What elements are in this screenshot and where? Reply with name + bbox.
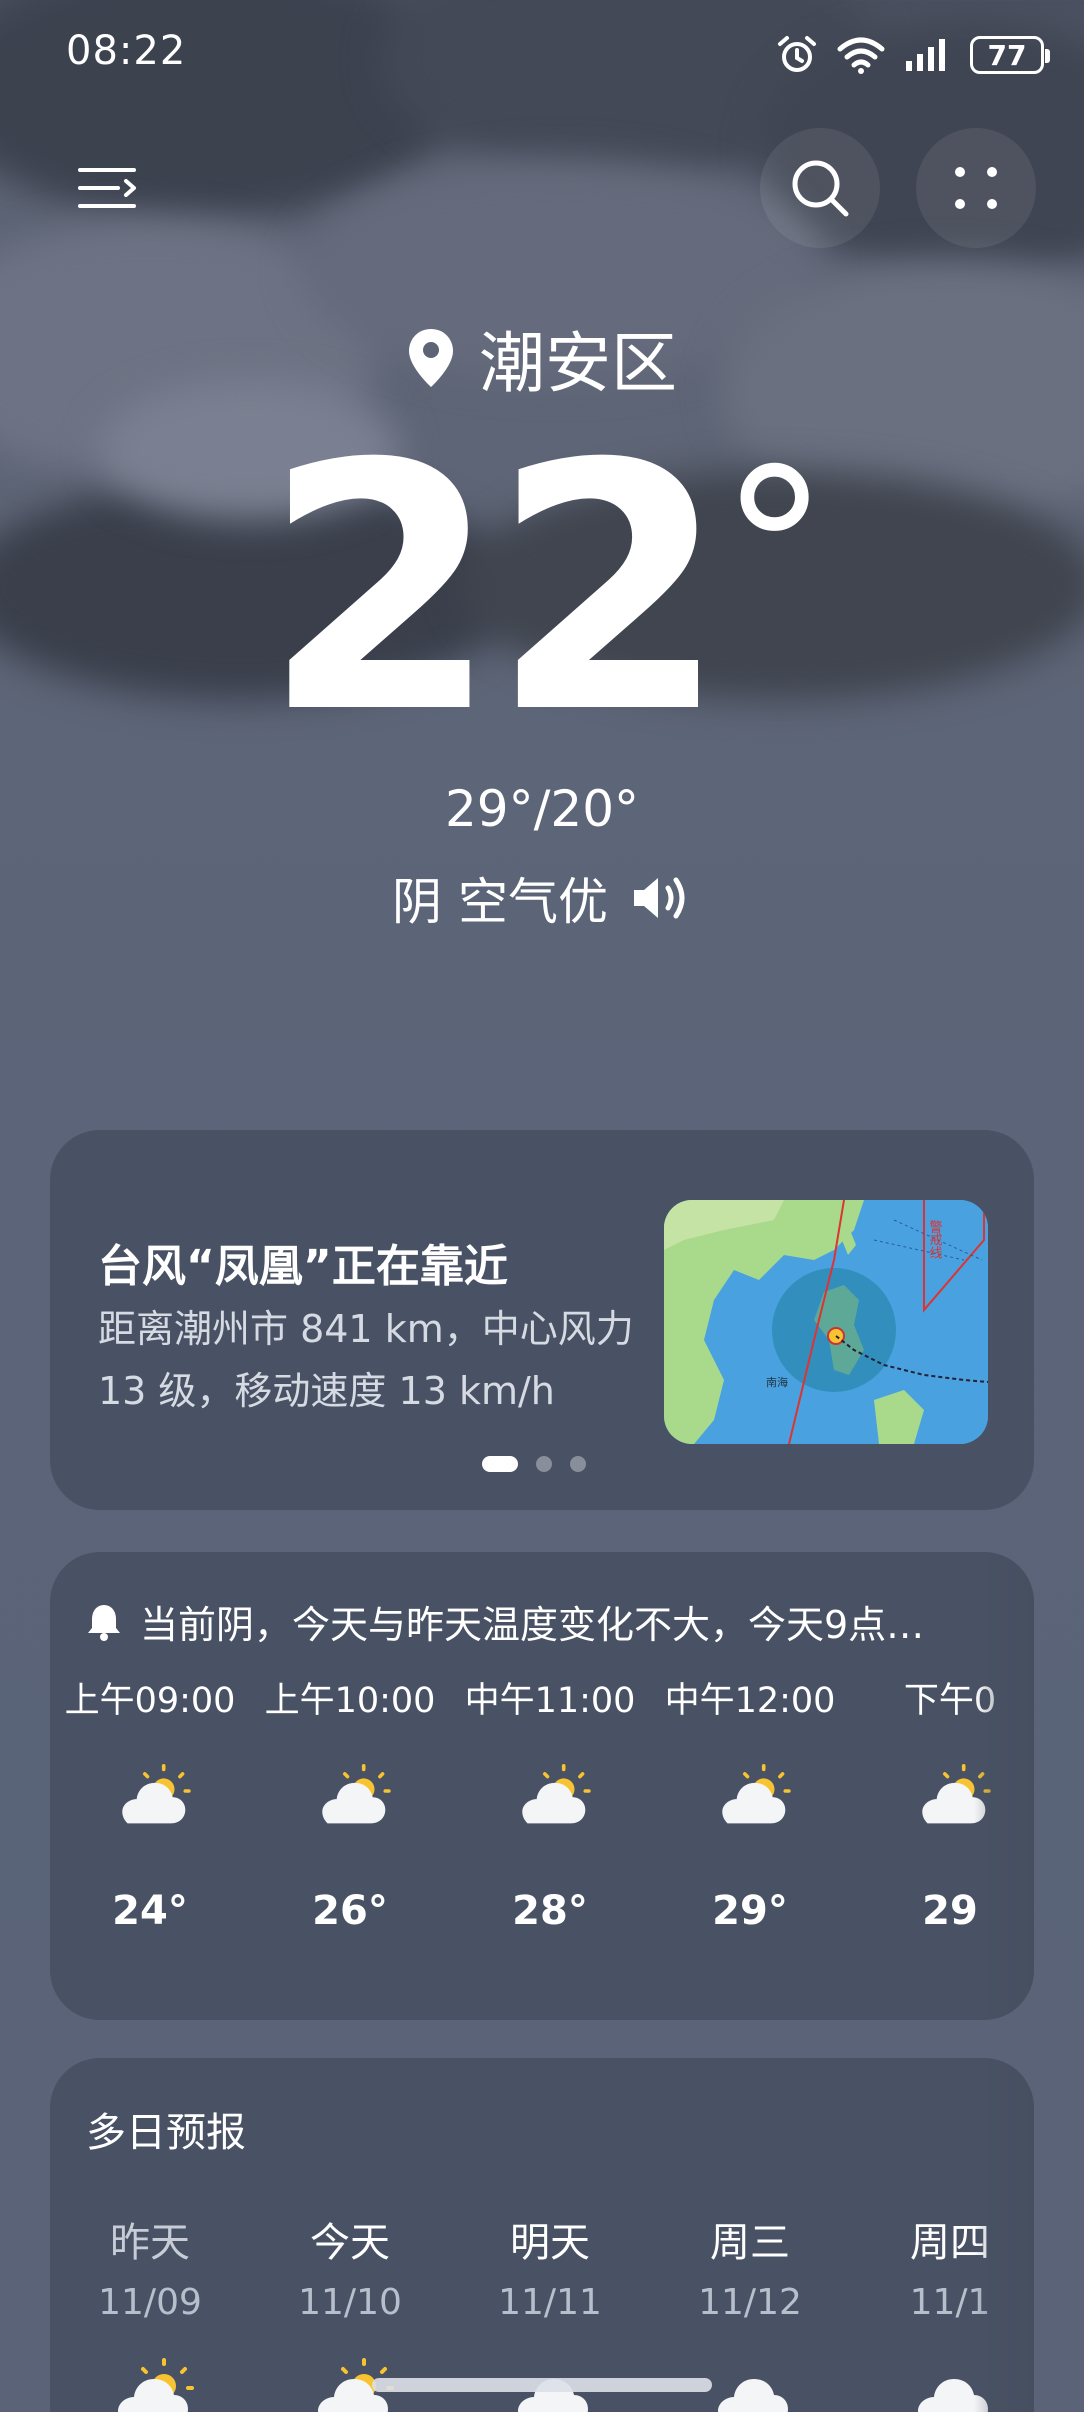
- location-pin-icon: [409, 329, 453, 387]
- day-name: 昨天: [110, 2220, 190, 2266]
- pagination-dot-1[interactable]: [482, 1456, 518, 1472]
- temperature-value: 22: [262, 392, 727, 788]
- typhoon-alert-card[interactable]: 台风“凤凰”正在靠近 距离潮州市 841 km，中心风力 13 级，移动速度 1…: [50, 1130, 1034, 1510]
- hourly-temp: 26°: [312, 1888, 388, 1934]
- high-low-temperature: 29°/20°: [444, 780, 640, 838]
- hourly-item: 上午10:00 26°: [250, 1672, 450, 1934]
- hourly-time: 上午10:00: [264, 1681, 436, 1721]
- day-date: 11/12: [698, 2282, 802, 2323]
- weather-alert-line[interactable]: 当前阴，今天与昨天温度变化不大，今天9点…: [86, 1594, 1026, 1649]
- typhoon-track-map: 警戒线 南海: [664, 1200, 988, 1444]
- menu-icon: [78, 168, 136, 208]
- daily-item[interactable]: 周三11/1290%: [650, 2210, 850, 2412]
- day-date: 11/11: [498, 2282, 602, 2323]
- status-icons: 77: [776, 30, 1050, 80]
- daily-item[interactable]: 今天 11/10: [250, 2210, 450, 2412]
- hourly-forecast-card[interactable]: 当前阴，今天与昨天温度变化不大，今天9点… 上午09:00 24° 上午10:00 2…: [50, 1552, 1034, 2020]
- day-date: 11/09: [98, 2282, 202, 2323]
- partly-cloudy-sun-icon: [118, 2358, 194, 2412]
- daily-item[interactable]: 昨天 11/09: [50, 2210, 250, 2412]
- carousel-pagination[interactable]: [482, 1456, 586, 1472]
- more-options-button[interactable]: [916, 128, 1036, 248]
- scroll-fade: [974, 1552, 1034, 2020]
- hourly-item: 上午09:00 24°: [50, 1672, 250, 1934]
- battery-level: 77: [987, 38, 1027, 72]
- condition-row[interactable]: 阴 空气优: [0, 862, 1084, 934]
- current-temperature: 22°: [0, 420, 1084, 760]
- alert-text: 当前阴，今天与昨天温度变化不大，今天9点…: [140, 1603, 925, 1647]
- scroll-fade: [974, 2058, 1034, 2412]
- partly-cloudy-sun-icon: [322, 1764, 391, 1824]
- signal-icon: [906, 39, 945, 71]
- day-date: 11/10: [298, 2282, 402, 2323]
- map-label-warning-line: 警戒线: [927, 1219, 943, 1259]
- day-name: 明天: [510, 2220, 590, 2266]
- rain-cloud-icon: [718, 2379, 788, 2412]
- grid-dots-icon: [955, 167, 997, 209]
- partly-cloudy-sun-icon: [722, 1764, 791, 1824]
- partly-cloudy-sun-icon: [122, 1764, 191, 1824]
- hourly-item: 中午11:00 28°: [450, 1672, 650, 1934]
- day-name: 今天: [310, 2220, 390, 2266]
- alarm-icon: [778, 36, 816, 72]
- hourly-time: 中午12:00: [664, 1681, 836, 1721]
- hourly-temp: 24°: [112, 1888, 188, 1934]
- wifi-icon: [837, 37, 885, 74]
- hourly-scroll-list[interactable]: 上午09:00 24° 上午10:00 26° 中午11:00 28° 中午12:00 29°…: [50, 1672, 1034, 2002]
- degree-symbol: °: [719, 422, 830, 678]
- hourly-time: 上午09:00: [64, 1681, 236, 1721]
- daily-forecast-card[interactable]: 多日预报 昨天11/09今天11/10明天11/1195%周三11/1290%周…: [50, 2058, 1034, 2412]
- hourly-time: 中午11:00: [464, 1681, 636, 1721]
- pagination-dot-2[interactable]: [536, 1456, 552, 1472]
- typhoon-title: 台风“凤凰”正在靠近: [98, 1241, 508, 1292]
- day-name: 周三: [710, 2220, 790, 2266]
- speaker-icon[interactable]: [630, 874, 692, 922]
- daily-item[interactable]: 明天11/1195%: [450, 2210, 650, 2412]
- menu-button[interactable]: [48, 128, 168, 248]
- home-indicator[interactable]: [372, 2378, 712, 2392]
- typhoon-map-thumbnail[interactable]: 警戒线 南海: [664, 1200, 988, 1444]
- hourly-temp: 29°: [712, 1888, 788, 1934]
- pagination-dot-3[interactable]: [570, 1456, 586, 1472]
- status-time: 08:22: [66, 28, 187, 74]
- condition-text: 阴 空气优: [392, 873, 608, 931]
- map-label-sea: 南海: [766, 1375, 788, 1389]
- search-button[interactable]: [760, 128, 880, 248]
- typhoon-description: 距离潮州市 841 km，中心风力 13 级，移动速度 13 km/h: [98, 1307, 634, 1413]
- hourly-temp: 28°: [512, 1888, 588, 1934]
- bell-icon: [88, 1604, 120, 1641]
- partly-cloudy-sun-icon: [522, 1764, 591, 1824]
- search-icon: [792, 160, 849, 217]
- hourly-item: 中午12:00 29°: [650, 1672, 850, 1934]
- battery-indicator: 77: [970, 36, 1050, 74]
- daily-forecast-title: 多日预报: [86, 2110, 246, 2156]
